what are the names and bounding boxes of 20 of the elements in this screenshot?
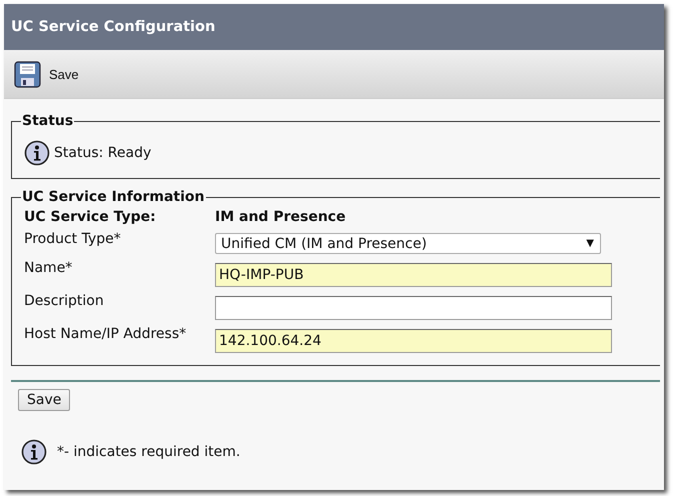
field-label: UC Service Type: — [24, 209, 157, 225]
field-value: IM and Presence — [215, 209, 347, 225]
input-field[interactable]: 142.100.64.24 — [215, 329, 612, 353]
required-note: *- indicates required item. — [57, 444, 240, 460]
info-icon — [24, 140, 50, 166]
status-message: Status: Ready — [54, 145, 152, 161]
save-button[interactable]: Save — [14, 60, 79, 88]
field-label: Name* — [24, 260, 74, 276]
info-icon — [21, 439, 47, 465]
save-button[interactable]: Save — [18, 389, 70, 411]
window-title: UC Service Configuration — [4, 4, 664, 50]
section-legend: UC Service Information — [21, 189, 206, 205]
dropdown-arrow-icon: ▼ — [586, 238, 594, 249]
field-label: Host Name/IP Address* — [24, 326, 188, 342]
input-field[interactable] — [215, 296, 612, 320]
input-field[interactable]: HQ-IMP-PUB — [215, 263, 612, 287]
field-label: Description — [24, 293, 105, 309]
field-label: Product Type* — [24, 231, 122, 247]
section-legend: Status — [21, 113, 74, 129]
dropdown-field[interactable]: Unified CM (IM and Presence) ▼ — [215, 233, 601, 254]
